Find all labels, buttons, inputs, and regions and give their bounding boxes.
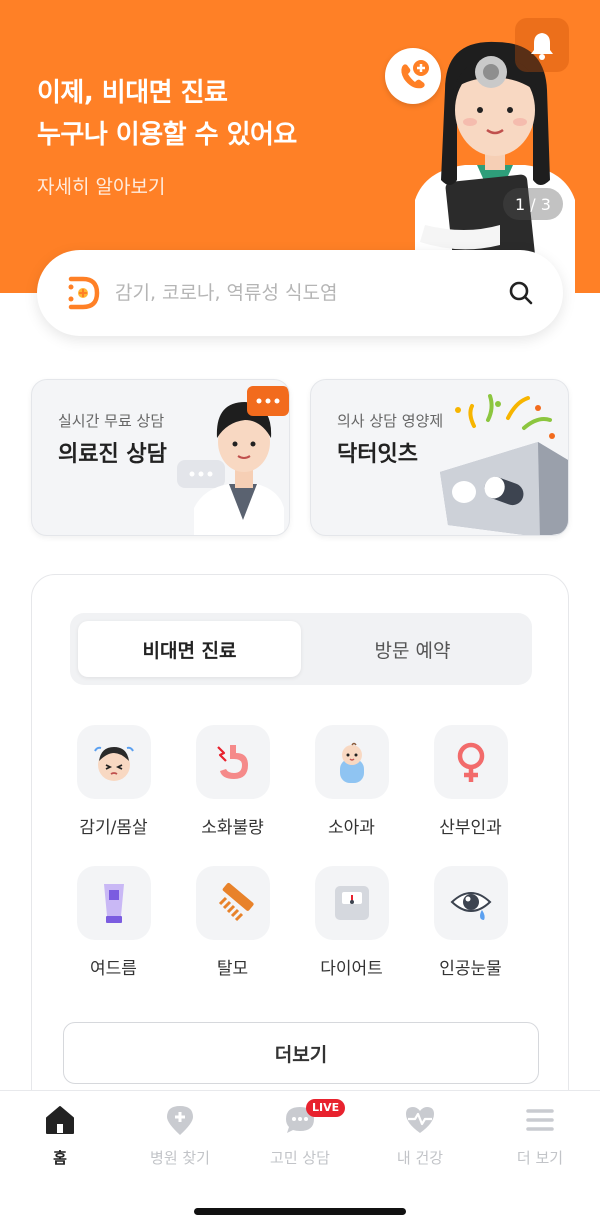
stomach-icon	[195, 725, 270, 799]
banner-pager: 1 / 3	[503, 188, 563, 220]
search-icon[interactable]	[507, 279, 535, 307]
category-label: 산부인과	[439, 818, 502, 838]
category-grid: 감기/몸살 소화불량 소아과 산부인과 여드름 탈모 다이어트 인공눈물	[54, 725, 530, 979]
category-cold[interactable]: 감기/몸살	[54, 725, 173, 838]
treatment-type-toggle: 비대면 진료 방문 예약	[70, 613, 532, 685]
category-artificial-tears[interactable]: 인공눈물	[411, 866, 530, 979]
female-symbol-icon	[433, 725, 508, 799]
category-obgyn[interactable]: 산부인과	[411, 725, 530, 838]
menu-icon	[526, 1109, 554, 1131]
live-badge: LIVE	[306, 1099, 346, 1117]
category-label: 인공눈물	[439, 959, 502, 979]
phone-plus-icon	[385, 48, 441, 104]
heart-pulse-icon	[406, 1107, 434, 1133]
tab-my-health[interactable]: 내 건강	[360, 1103, 480, 1168]
category-label: 여드름	[90, 959, 137, 979]
category-hair-loss[interactable]: 탈모	[173, 866, 292, 979]
doctor-chat-illustration	[177, 386, 289, 535]
category-indigestion[interactable]: 소화불량	[173, 725, 292, 838]
category-pediatrics[interactable]: 소아과	[292, 725, 411, 838]
category-label: 감기/몸살	[79, 818, 148, 838]
tab-more[interactable]: 더 보기	[480, 1103, 600, 1168]
search-input[interactable]	[115, 282, 507, 304]
tab-label: 내 건강	[396, 1149, 444, 1167]
tab-find-hospital[interactable]: 병원 찾기	[120, 1103, 240, 1168]
notification-button[interactable]	[515, 18, 569, 72]
tab-label: 병원 찾기	[150, 1149, 210, 1167]
sick-face-icon	[76, 725, 151, 799]
category-diet[interactable]: 다이어트	[292, 866, 411, 979]
hero-title-line1: 이제, 비대면 진료	[37, 78, 228, 108]
tab-visit-reservation[interactable]: 방문 예약	[301, 621, 524, 677]
tab-telemedicine[interactable]: 비대면 진료	[78, 621, 301, 677]
comb-icon	[195, 866, 270, 940]
supplement-box-illustration	[440, 394, 568, 535]
scale-icon	[314, 866, 389, 940]
baby-icon	[314, 725, 389, 799]
more-button[interactable]: 더보기	[63, 1022, 539, 1084]
treatment-panel: 비대면 진료 방문 예약 감기/몸살 소화불량 소아과 산부인과 여드름 탈모 …	[31, 574, 569, 1134]
category-label: 소화불량	[201, 818, 264, 838]
eye-drop-icon	[433, 866, 508, 940]
card-medical-consult[interactable]: 실시간 무료 상담 의료진 상담	[31, 379, 290, 536]
card-doctor-eats[interactable]: 의사 상담 영양제 닥터잇츠	[310, 379, 569, 536]
hero-title: 이제, 비대면 진료 누구나 이용할 수 있어요	[37, 72, 297, 156]
tab-home[interactable]: 홈	[0, 1103, 120, 1168]
tab-label: 고민 상담	[270, 1149, 330, 1167]
home-indicator[interactable]	[194, 1208, 406, 1215]
app-logo-icon	[68, 276, 100, 310]
search-bar[interactable]	[37, 250, 563, 336]
cream-tube-icon	[76, 866, 151, 940]
tab-label: 더 보기	[516, 1149, 564, 1167]
hero-title-line2: 누구나 이용할 수 있어요	[37, 120, 297, 150]
hospital-pin-icon	[167, 1106, 193, 1135]
hero-learn-more-link[interactable]: 자세히 알아보기	[37, 172, 165, 199]
category-acne[interactable]: 여드름	[54, 866, 173, 979]
bell-icon	[531, 33, 553, 60]
category-label: 탈모	[216, 959, 249, 979]
home-icon	[46, 1106, 74, 1134]
category-label: 다이어트	[320, 959, 383, 979]
tab-label: 홈	[53, 1149, 67, 1167]
card-title: 닥터잇츠	[337, 442, 418, 467]
category-label: 소아과	[328, 818, 375, 838]
